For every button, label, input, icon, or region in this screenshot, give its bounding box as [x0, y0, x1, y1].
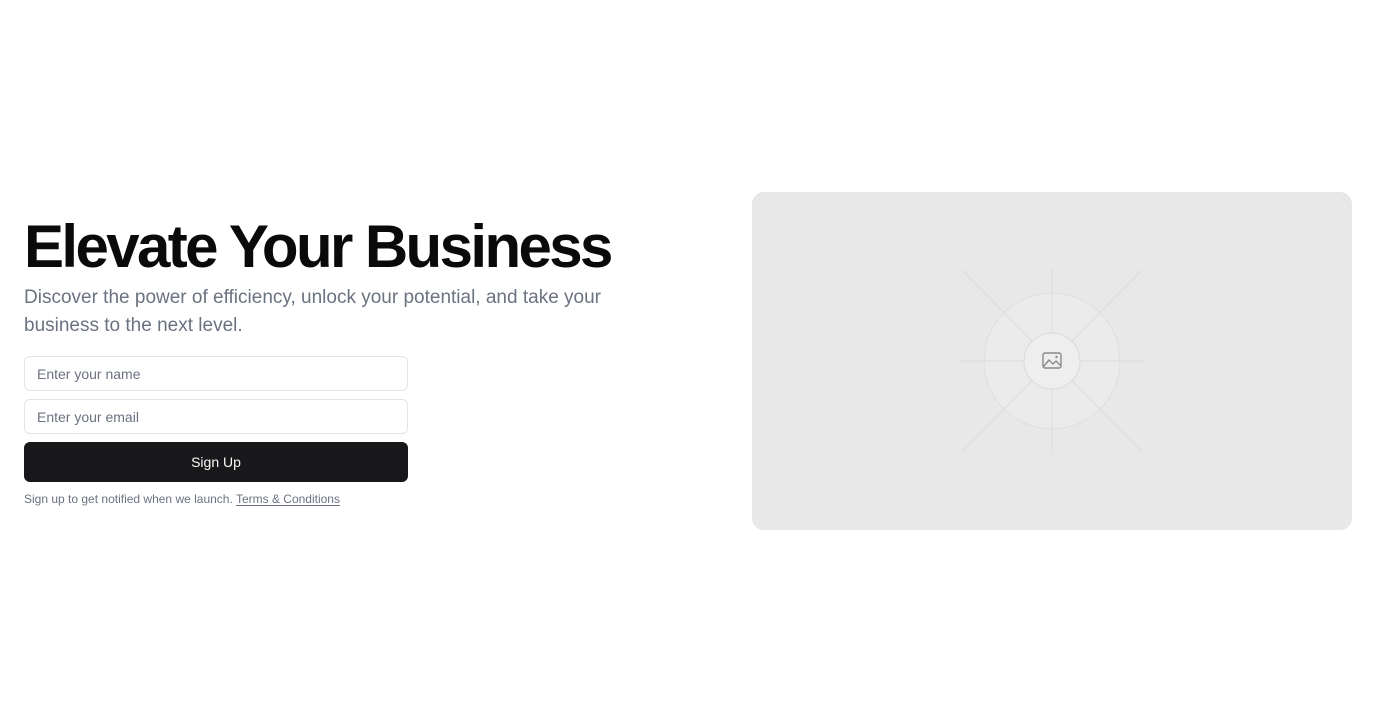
- signup-form: Sign Up: [24, 356, 408, 482]
- image-placeholder: [752, 192, 1352, 530]
- signup-note: Sign up to get notified when we launch. …: [24, 491, 664, 507]
- landing-page: Elevate Your Business Discover the power…: [0, 0, 1376, 722]
- terms-link[interactable]: Terms & Conditions: [236, 492, 340, 506]
- hero-section: Elevate Your Business Discover the power…: [24, 214, 664, 507]
- email-input[interactable]: [24, 399, 408, 434]
- placeholder-graphic: [959, 268, 1145, 454]
- hero-subtitle: Discover the power of efficiency, unlock…: [24, 287, 601, 336]
- hero-title: Elevate Your Business: [24, 213, 613, 280]
- sign-up-button[interactable]: Sign Up: [24, 442, 408, 482]
- name-input[interactable]: [24, 356, 408, 391]
- signup-note-text: Sign up to get notified when we launch.: [24, 492, 233, 506]
